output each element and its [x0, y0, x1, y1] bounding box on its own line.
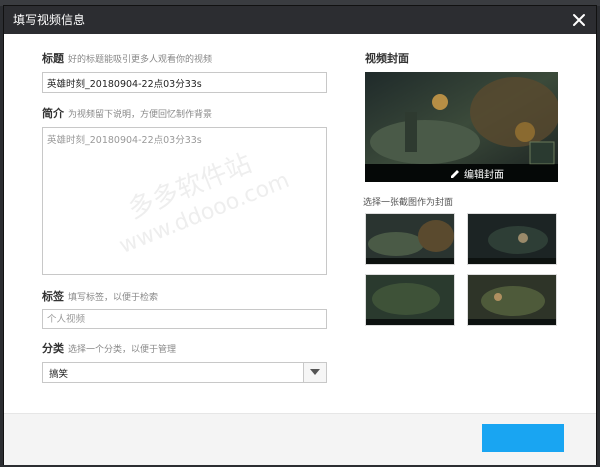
description-hint: 为视频留下说明，方便回忆制作背景 [68, 110, 213, 120]
description-label: 简介 为视频留下说明，方便回忆制作背景 [42, 107, 212, 122]
choose-cover-label: 选择一张截图作为封面 [363, 198, 454, 208]
description-label-text: 简介 [42, 107, 64, 120]
cover-thumbnail-1[interactable] [365, 213, 455, 265]
category-label: 分类 选择一个分类，以便于管理 [42, 342, 176, 357]
tags-hint: 填写标签，以便于检索 [68, 293, 159, 303]
dialog-titlebar: 填写视频信息 [4, 6, 596, 34]
category-selected-value: 搞笑 [49, 369, 69, 380]
cover-thumbnail-2[interactable] [467, 213, 557, 265]
edit-cover-label: 编辑封面 [464, 170, 504, 181]
thumbnail-image [366, 214, 454, 264]
category-dropdown-toggle[interactable] [303, 363, 326, 382]
chevron-down-icon [310, 369, 320, 375]
cover-preview[interactable]: 编辑封面 [365, 72, 558, 182]
category-hint: 选择一个分类，以便于管理 [68, 345, 177, 355]
video-info-dialog: 填写视频信息 标题好的标题能吸引更多人观看你的视频 简介为视频留下说明，方便回忆… [4, 6, 596, 465]
title-hint: 好的标题能吸引更多人观看你的视频 [68, 55, 213, 65]
tags-input[interactable] [42, 309, 327, 329]
dialog-title: 填写视频信息 [13, 13, 86, 27]
edit-cover-button[interactable]: 编辑封面 [365, 164, 558, 182]
title-input[interactable] [42, 72, 327, 93]
cover-thumbnail-4[interactable] [467, 274, 557, 326]
category-select[interactable]: 搞笑 [42, 362, 327, 383]
title-label: 标题 好的标题能吸引更多人观看你的视频 [42, 52, 212, 67]
thumbnail-image [366, 275, 454, 325]
thumbnail-image [468, 275, 556, 325]
close-button[interactable] [568, 9, 590, 31]
pencil-icon [451, 169, 459, 178]
thumbnail-image [468, 214, 556, 264]
cover-thumbnail-3[interactable] [365, 274, 455, 326]
description-textarea[interactable]: 英雄时刻_20180904-22点03分33s [42, 127, 327, 275]
confirm-button[interactable] [482, 424, 564, 452]
title-label-text: 标题 [42, 52, 64, 65]
category-label-text: 分类 [42, 342, 64, 355]
cover-label: 视频封面 [365, 52, 409, 65]
close-icon [573, 14, 585, 26]
tags-label-text: 标签 [42, 290, 64, 303]
tags-label: 标签 填写标签，以便于检索 [42, 290, 158, 305]
